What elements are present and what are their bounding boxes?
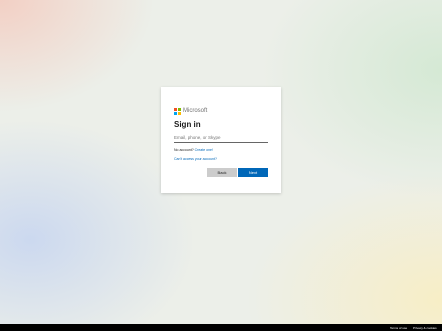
signin-card: Microsoft Sign in No account? Create one… (161, 87, 281, 193)
back-button[interactable]: Back (207, 168, 237, 177)
cant-access-link[interactable]: Can't access your account? (174, 157, 217, 161)
footer-bar: Terms of use Privacy & cookies (0, 324, 442, 331)
logo-square-green (178, 107, 181, 111)
brand-header: Microsoft (174, 107, 268, 115)
button-row: Back Next (207, 168, 268, 177)
brand-name: Microsoft (183, 108, 208, 114)
privacy-link[interactable]: Privacy & cookies (413, 326, 437, 330)
email-field[interactable] (174, 133, 268, 143)
logo-square-blue (174, 111, 177, 115)
create-account-link[interactable]: Create one! (195, 148, 213, 152)
no-account-row: No account? Create one! (174, 148, 268, 153)
cant-access-row: Can't access your account? (174, 157, 268, 162)
no-account-text: No account? (174, 148, 194, 152)
page-title: Sign in (174, 120, 201, 129)
terms-link[interactable]: Terms of use (390, 326, 407, 330)
next-button[interactable]: Next (238, 168, 268, 177)
logo-square-red (174, 107, 177, 111)
logo-square-yellow (178, 111, 181, 115)
microsoft-logo-icon (174, 107, 181, 115)
